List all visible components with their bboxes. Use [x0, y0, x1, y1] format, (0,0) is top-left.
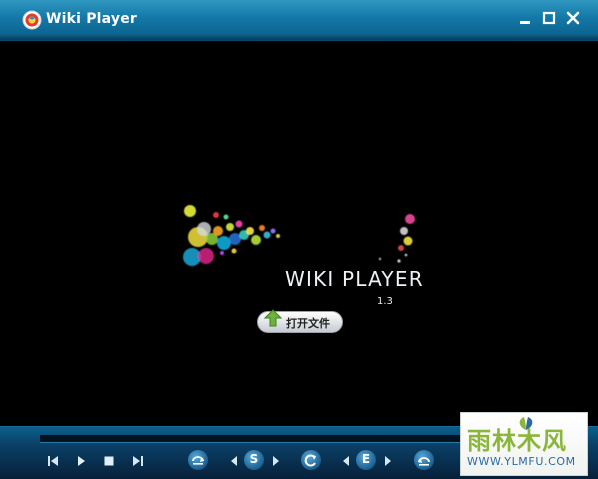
watermark-url: WWW.YLMFU.COM	[467, 455, 576, 468]
logo-version-text: 1.3	[377, 296, 393, 307]
maximize-button[interactable]	[539, 8, 559, 28]
minimize-icon	[520, 21, 530, 24]
wiki-player-logo: WIKI PLAYER 1.3	[183, 205, 423, 307]
video-area[interactable]: WIKI PLAYER 1.3 打开文件	[0, 41, 598, 426]
refresh-button[interactable]	[301, 450, 321, 470]
triangle-right-icon	[273, 456, 279, 466]
triangle-right-icon	[385, 456, 391, 466]
app-window: Wiki Player WIKI PLAYER 1.3 打开文件 S E 雨林木…	[0, 0, 598, 479]
upload-arrow-icon	[264, 309, 282, 327]
app-logo-icon[interactable]	[22, 10, 42, 30]
playlist-mode-button[interactable]	[188, 450, 208, 470]
refresh-icon	[304, 454, 316, 467]
stop-icon	[104, 456, 114, 466]
repeat-button[interactable]	[414, 450, 434, 470]
open-file-label: 打开文件	[286, 317, 330, 330]
watermark-text: 雨林木风	[467, 427, 567, 455]
equalizer-letter: E	[361, 452, 371, 466]
play-icon	[78, 456, 85, 466]
loop-arrow-icon	[192, 456, 204, 465]
subtitle-button[interactable]: S	[244, 450, 264, 470]
maximize-icon	[542, 11, 556, 25]
next-button[interactable]	[131, 454, 145, 468]
repeat-icon	[418, 457, 430, 466]
minimize-button[interactable]	[515, 8, 535, 28]
logo-name-text: WIKI PLAYER	[285, 267, 423, 291]
subtitle-next-button[interactable]	[271, 455, 281, 467]
previous-icon	[48, 456, 58, 466]
triangle-left-icon	[343, 456, 349, 466]
subtitle-letter: S	[249, 452, 259, 466]
previous-button[interactable]	[46, 454, 60, 468]
window-title: Wiki Player	[46, 11, 138, 27]
title-bar[interactable]: Wiki Player	[0, 0, 598, 41]
watermark-badge: 雨林木风 WWW.YLMFU.COM	[460, 412, 588, 476]
seek-bar[interactable]	[40, 435, 460, 443]
open-file-button[interactable]: 打开文件	[257, 309, 343, 333]
eq-next-button[interactable]	[383, 455, 393, 467]
next-icon	[133, 456, 143, 466]
logo-bubbles	[183, 205, 415, 266]
subtitle-prev-button[interactable]	[229, 455, 239, 467]
equalizer-button[interactable]: E	[356, 450, 376, 470]
triangle-left-icon	[231, 456, 237, 466]
play-button[interactable]	[74, 454, 88, 468]
close-icon	[566, 11, 580, 25]
stop-button[interactable]	[102, 454, 116, 468]
eq-prev-button[interactable]	[341, 455, 351, 467]
close-button[interactable]	[563, 8, 583, 28]
